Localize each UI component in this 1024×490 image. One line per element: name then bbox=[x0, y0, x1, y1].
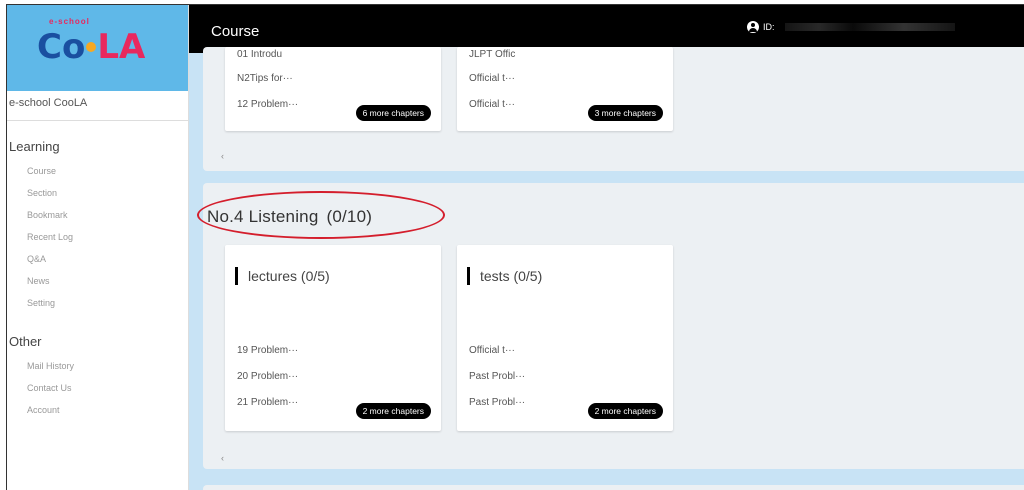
logo-subtitle: e-school bbox=[49, 17, 90, 26]
chapter-card[interactable]: lectures (0/5) 19 Problem··· 20 Problem·… bbox=[225, 245, 441, 431]
page-title: Course bbox=[211, 23, 260, 40]
chapter-item[interactable]: 12 Problem··· bbox=[237, 99, 298, 110]
user-id-label: ID: bbox=[763, 22, 775, 32]
chapter-card[interactable]: JLPT Offic Official t··· Official t··· 3… bbox=[457, 47, 673, 131]
card-heading: lectures (0/5) bbox=[235, 267, 330, 285]
more-chapters-button[interactable]: 3 more chapters bbox=[587, 105, 663, 121]
user-info[interactable]: ID: bbox=[747, 21, 955, 33]
course-section bbox=[203, 485, 1024, 490]
section-title-text: No.4 Listening bbox=[207, 207, 319, 226]
sidebar-item-course[interactable]: Course bbox=[27, 160, 188, 182]
nav-heading-learning: Learning bbox=[9, 139, 60, 154]
section-progress: (0/10) bbox=[326, 207, 373, 226]
header-bar: Course ID: bbox=[189, 5, 1024, 53]
sidebar-item-recent-log[interactable]: Recent Log bbox=[27, 226, 188, 248]
user-id-redacted bbox=[784, 23, 955, 31]
chapter-item[interactable]: Official t··· bbox=[469, 345, 515, 356]
section-title: No.4 Listening (0/10) bbox=[207, 207, 372, 227]
course-section: No.4 Listening (0/10) lectures (0/5) 19 P… bbox=[197, 183, 1024, 469]
logo[interactable]: e-school Co LA bbox=[7, 5, 188, 91]
chapter-item[interactable]: Official t··· bbox=[469, 99, 515, 110]
more-chapters-button[interactable]: 2 more chapters bbox=[355, 403, 431, 419]
chapter-item[interactable]: Past Probl··· bbox=[469, 371, 525, 382]
logo-dot-icon bbox=[86, 41, 97, 52]
chapter-item[interactable]: 01 Introdu bbox=[237, 49, 282, 60]
logo-text-co: Co bbox=[37, 27, 86, 67]
course-section: 01 Introdu N2Tips for··· 12 Problem··· 6… bbox=[203, 47, 1024, 171]
sidebar-item-qa[interactable]: Q&A bbox=[27, 248, 188, 270]
sidebar-item-section[interactable]: Section bbox=[27, 182, 188, 204]
sidebar-item-news[interactable]: News bbox=[27, 270, 188, 292]
scroll-left-icon[interactable]: ‹ bbox=[221, 151, 224, 161]
card-heading: tests (0/5) bbox=[467, 267, 542, 285]
sidebar-item-account[interactable]: Account bbox=[27, 399, 188, 421]
app-window: e-school Co LA e-school CooLA Learning Co… bbox=[6, 4, 1024, 490]
sidebar-item-contact-us[interactable]: Contact Us bbox=[27, 377, 188, 399]
nav-heading-other: Other bbox=[9, 334, 42, 349]
chapter-card[interactable]: 01 Introdu N2Tips for··· 12 Problem··· 6… bbox=[225, 47, 441, 131]
logo-text-la: LA bbox=[97, 27, 146, 67]
sidebar-item-bookmark[interactable]: Bookmark bbox=[27, 204, 188, 226]
chapter-item[interactable]: JLPT Offic bbox=[469, 49, 515, 60]
sidebar: e-school Co LA e-school CooLA Learning Co… bbox=[7, 5, 189, 490]
user-icon bbox=[747, 21, 759, 33]
chapter-item[interactable]: 19 Problem··· bbox=[237, 345, 298, 356]
logo-mark: Co LA bbox=[37, 27, 145, 67]
more-chapters-button[interactable]: 6 more chapters bbox=[355, 105, 431, 121]
chapter-item[interactable]: N2Tips for··· bbox=[237, 73, 293, 84]
chapter-item[interactable]: 21 Problem··· bbox=[237, 397, 298, 408]
main-content[interactable]: 01 Introdu N2Tips for··· 12 Problem··· 6… bbox=[189, 47, 1024, 490]
more-chapters-button[interactable]: 2 more chapters bbox=[587, 403, 663, 419]
sidebar-item-mail-history[interactable]: Mail History bbox=[27, 355, 188, 377]
school-name: e-school CooLA bbox=[7, 91, 188, 121]
chapter-item[interactable]: 20 Problem··· bbox=[237, 371, 298, 382]
chapter-card[interactable]: tests (0/5) Official t··· Past Probl··· … bbox=[457, 245, 673, 431]
scroll-left-icon[interactable]: ‹ bbox=[221, 453, 224, 463]
chapter-item[interactable]: Past Probl··· bbox=[469, 397, 525, 408]
chapter-item[interactable]: Official t··· bbox=[469, 73, 515, 84]
sidebar-item-setting[interactable]: Setting bbox=[27, 292, 188, 314]
